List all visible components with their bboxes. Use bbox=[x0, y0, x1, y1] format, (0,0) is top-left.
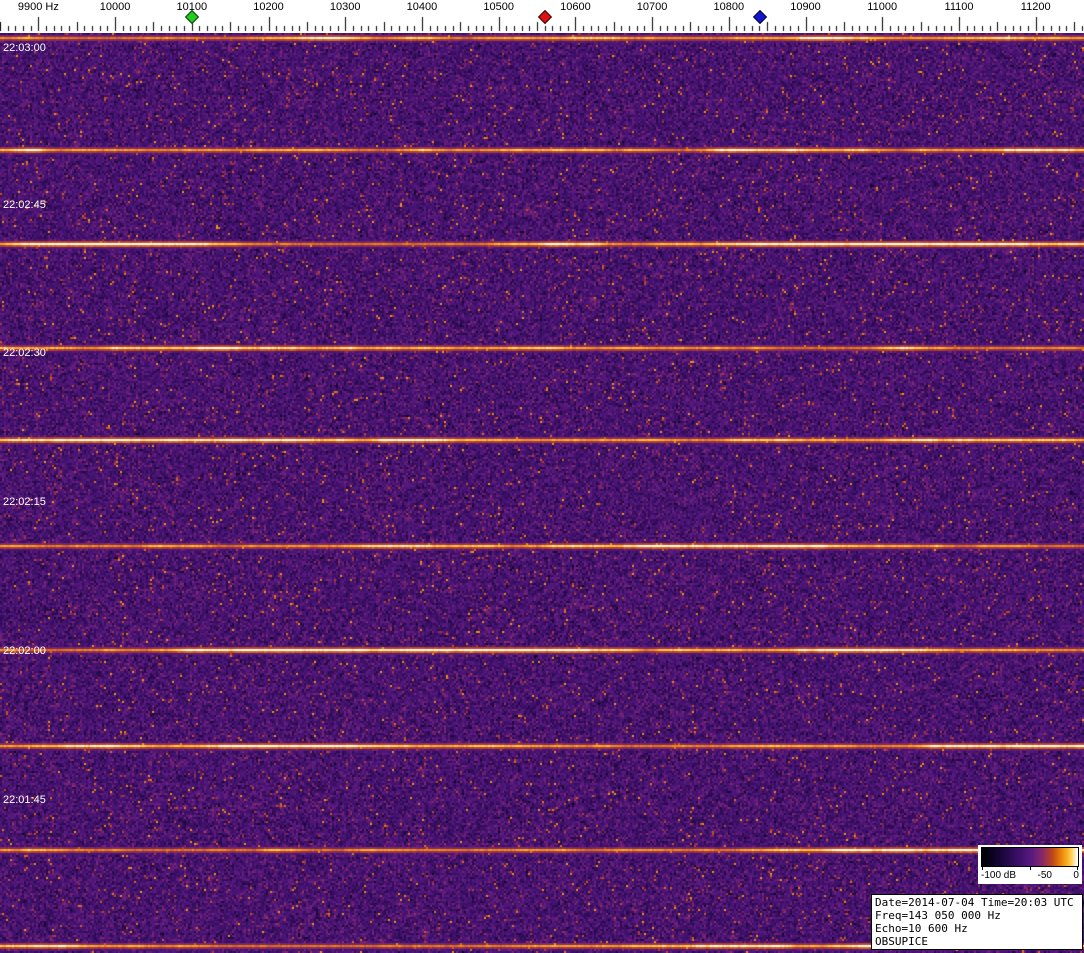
observation-info-box: Date=2014-07-04 Time=20:03 UTC Freq=143 … bbox=[871, 894, 1083, 950]
freq-tick-label: 10500 bbox=[483, 1, 514, 13]
time-tick-label: 22:02:15 bbox=[3, 496, 46, 508]
freq-tick-label: 10900 bbox=[790, 1, 821, 13]
time-tick-label: 22:02:30 bbox=[3, 347, 46, 359]
colormap-gradient-bar bbox=[981, 847, 1079, 867]
legend-ticks bbox=[981, 867, 1079, 870]
freq-tick-label: 11200 bbox=[1020, 1, 1051, 13]
time-tick-label: 22:01:45 bbox=[3, 794, 46, 806]
spectrogram-app: 9900 Hz 10000 10100 10200 10300 10400 10500 106… bbox=[0, 0, 1084, 953]
freq-tick-label: 10300 bbox=[329, 1, 361, 13]
legend-max-label: 0 bbox=[1073, 870, 1079, 881]
freq-tick-label: 10000 bbox=[99, 1, 131, 13]
legend-min-label: -100 dB bbox=[981, 870, 1017, 881]
info-observatory: OBSUPICE bbox=[875, 935, 928, 948]
intensity-legend: -100 dB -50 0 bbox=[978, 845, 1082, 884]
freq-tick-label: 10400 bbox=[406, 1, 438, 13]
waterfall-spectrogram bbox=[0, 33, 1084, 953]
info-frequency: Freq=143 050 000 Hz bbox=[875, 909, 1001, 922]
frequency-ruler: 9900 Hz 10000 10100 10200 10300 10400 10500 106… bbox=[0, 0, 1084, 33]
time-tick-label: 22:02:00 bbox=[3, 645, 46, 657]
legend-labels: -100 dB -50 0 bbox=[981, 870, 1079, 882]
freq-tick-label: 10700 bbox=[636, 1, 668, 13]
freq-tick-label: 10800 bbox=[713, 1, 745, 13]
freq-tick-label: 9900 Hz bbox=[17, 1, 59, 13]
info-date-time: Date=2014-07-04 Time=20:03 UTC bbox=[875, 896, 1074, 909]
time-tick-label: 22:02:45 bbox=[3, 199, 46, 211]
time-tick-label: 22:03:00 bbox=[3, 42, 46, 54]
info-echo-frequency: Echo=10 600 Hz bbox=[875, 922, 968, 935]
legend-mid-label: -50 bbox=[1037, 870, 1052, 881]
freq-tick-label: 10600 bbox=[560, 1, 591, 13]
freq-tick-label: 11000 bbox=[867, 1, 898, 13]
freq-tick-label: 11100 bbox=[944, 1, 974, 13]
freq-tick-label: 10200 bbox=[253, 1, 284, 13]
